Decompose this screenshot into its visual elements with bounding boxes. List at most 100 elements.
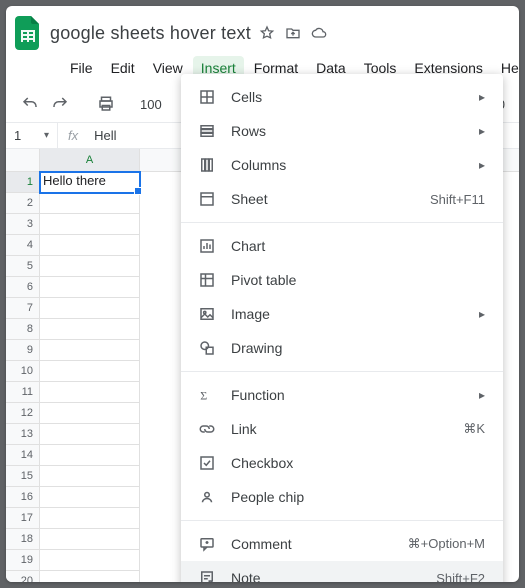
link-icon: [197, 420, 217, 438]
cell[interactable]: [40, 256, 140, 277]
cell[interactable]: [40, 466, 140, 487]
menu-item-drawing[interactable]: Drawing: [181, 331, 503, 365]
row-header[interactable]: 11: [6, 382, 40, 403]
menu-item-link[interactable]: Link⌘K: [181, 412, 503, 446]
cell[interactable]: [40, 319, 140, 340]
fx-label: fx: [58, 128, 88, 143]
cell[interactable]: [40, 403, 140, 424]
row-header[interactable]: 10: [6, 361, 40, 382]
column-header[interactable]: A: [40, 149, 140, 171]
menu-item-comment[interactable]: Comment ⌘+Option+M: [181, 527, 503, 561]
menu-item-shortcut: ⌘K: [463, 421, 485, 437]
row-header[interactable]: 5: [6, 256, 40, 277]
document-title[interactable]: google sheets hover text: [50, 23, 251, 44]
menu-item-label: Note: [231, 570, 422, 582]
row-header[interactable]: 2: [6, 193, 40, 214]
menu-item-label: Columns: [231, 157, 465, 173]
zoom-select[interactable]: 100: [140, 97, 162, 112]
pivot-icon: [197, 271, 217, 289]
menu-item-label: Pivot table: [231, 272, 485, 288]
rows-icon: [197, 122, 217, 140]
row-header[interactable]: 1: [6, 172, 40, 193]
menu-item-rows[interactable]: Rows▸: [181, 114, 503, 148]
menu-item-sheet[interactable]: Sheet Shift+F11: [181, 182, 503, 216]
row-header[interactable]: 3: [6, 214, 40, 235]
menu-item-label: Comment: [231, 536, 394, 552]
cell[interactable]: [40, 445, 140, 466]
checkbox-icon: [197, 454, 217, 472]
cell[interactable]: [40, 424, 140, 445]
menu-divider: [181, 222, 503, 223]
print-icon[interactable]: [94, 92, 118, 116]
cloud-status-icon[interactable]: [311, 25, 327, 41]
menu-item-cells[interactable]: Cells ▸: [181, 80, 503, 114]
cell[interactable]: [40, 235, 140, 256]
row-header[interactable]: 15: [6, 466, 40, 487]
row-header[interactable]: 6: [6, 277, 40, 298]
row-header[interactable]: 17: [6, 508, 40, 529]
cell[interactable]: [40, 571, 140, 582]
menu-divider: [181, 371, 503, 372]
name-box[interactable]: 1▾: [6, 123, 58, 148]
row-header[interactable]: 4: [6, 235, 40, 256]
row-header[interactable]: 12: [6, 403, 40, 424]
row-header[interactable]: 7: [6, 298, 40, 319]
cell[interactable]: [40, 508, 140, 529]
sheet-icon: [197, 190, 217, 208]
cells-icon: [197, 88, 217, 106]
row-header[interactable]: 19: [6, 550, 40, 571]
cell[interactable]: [40, 382, 140, 403]
titlebar: google sheets hover text: [6, 6, 519, 54]
cell[interactable]: [40, 214, 140, 235]
sheets-logo-icon[interactable]: [14, 14, 42, 52]
row-header[interactable]: 13: [6, 424, 40, 445]
undo-icon[interactable]: [18, 92, 42, 116]
menu-divider: [181, 520, 503, 521]
cell[interactable]: [40, 550, 140, 571]
chevron-down-icon: ▾: [44, 130, 49, 141]
menu-edit[interactable]: Edit: [103, 56, 143, 80]
menu-item-label: People chip: [231, 489, 485, 505]
drawing-icon: [197, 339, 217, 357]
select-all-corner[interactable]: [6, 149, 40, 171]
cell[interactable]: [40, 277, 140, 298]
row-header[interactable]: 20: [6, 571, 40, 582]
row-header[interactable]: 9: [6, 340, 40, 361]
menu-item-label: Rows: [231, 123, 465, 139]
cell[interactable]: [40, 193, 140, 214]
formula-value[interactable]: Hell: [88, 128, 122, 143]
move-icon[interactable]: [285, 25, 301, 41]
cell[interactable]: [40, 298, 140, 319]
cell[interactable]: Hello there: [40, 172, 140, 193]
cell[interactable]: [40, 529, 140, 550]
row-header[interactable]: 18: [6, 529, 40, 550]
menu-item-function[interactable]: ΣFunction▸: [181, 378, 503, 412]
chevron-right-icon: ▸: [479, 307, 485, 321]
cell[interactable]: [40, 487, 140, 508]
menu-item-columns[interactable]: Columns▸: [181, 148, 503, 182]
menu-item-chart[interactable]: Chart: [181, 229, 503, 263]
row-header[interactable]: 16: [6, 487, 40, 508]
function-icon: Σ: [197, 388, 217, 402]
note-icon: [197, 569, 217, 582]
menu-item-checkbox[interactable]: Checkbox: [181, 446, 503, 480]
menu-item-shortcut: ⌘+Option+M: [408, 536, 485, 552]
insert-menu: Cells▸Rows▸Columns▸SheetShift+F11ChartPi…: [181, 74, 503, 582]
menu-item-label: Sheet: [231, 191, 416, 207]
menu-item-pivot-table[interactable]: Pivot table: [181, 263, 503, 297]
cell[interactable]: [40, 340, 140, 361]
menu-file[interactable]: File: [62, 56, 101, 80]
row-header[interactable]: 14: [6, 445, 40, 466]
menu-item-image[interactable]: Image ▸: [181, 297, 503, 331]
menu-item-people-chip[interactable]: People chip: [181, 480, 503, 514]
star-icon[interactable]: [259, 25, 275, 41]
menu-item-note[interactable]: NoteShift+F2: [181, 561, 503, 582]
app-window: google sheets hover text FileEditViewIns…: [6, 6, 519, 582]
menu-item-shortcut: Shift+F11: [430, 192, 485, 207]
cell[interactable]: [40, 361, 140, 382]
menu-item-label: Image: [231, 306, 465, 322]
redo-icon[interactable]: [48, 92, 72, 116]
chevron-right-icon: ▸: [479, 90, 485, 104]
row-header[interactable]: 8: [6, 319, 40, 340]
menu-item-label: Cells: [231, 89, 465, 105]
